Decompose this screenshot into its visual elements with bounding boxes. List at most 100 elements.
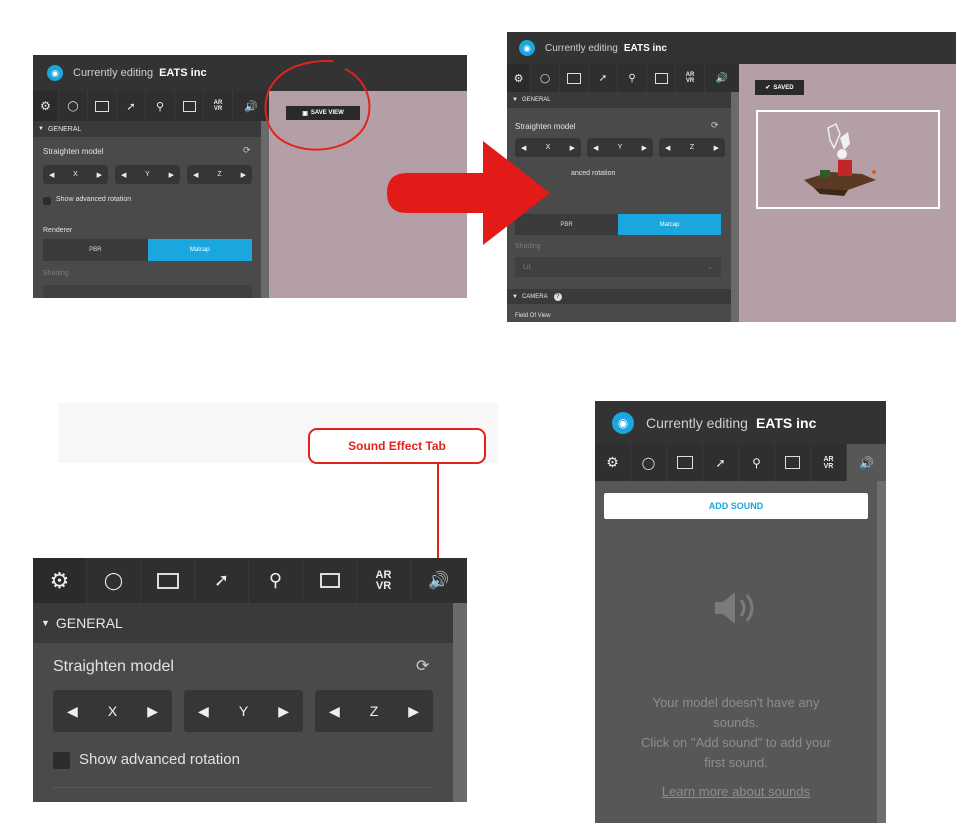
wand-icon: ➚: [715, 455, 726, 470]
tab-animation[interactable]: [775, 444, 811, 481]
editor-header: ◉ Currently editing EATS inc: [507, 32, 956, 64]
general-section-title: GENERAL: [55, 615, 123, 631]
sound-icon: 🔊: [859, 455, 874, 470]
sound-settings-panel: ◉ Currently editing EATS inc ⚙ ◯ ➚ ⚲ AR …: [595, 401, 886, 823]
image-icon: [567, 72, 581, 84]
x-stepper[interactable]: ◀ X ▶: [43, 165, 108, 184]
fov-label: Field Of View: [515, 313, 551, 319]
image-icon: [95, 100, 109, 112]
tab-postprocess[interactable]: ➚: [195, 558, 249, 603]
general-section-title: GENERAL: [521, 97, 551, 103]
reset-icon[interactable]: ⟳: [711, 120, 719, 131]
tab-annotations[interactable]: ⚲: [739, 444, 775, 481]
renderer-matcap-option[interactable]: Matcap: [147, 239, 252, 261]
wand-icon: ➚: [126, 100, 136, 113]
advanced-rotation-checkbox[interactable]: [53, 752, 70, 769]
saved-label: SAVED: [773, 84, 794, 91]
z-stepper[interactable]: ◀ Z ▶: [315, 690, 433, 732]
editing-prefix: Currently editing: [545, 42, 618, 54]
shading-select[interactable]: [43, 285, 252, 298]
renderer-matcap-option[interactable]: Matcap: [618, 214, 721, 235]
tab-ar-vr[interactable]: AR VR: [811, 444, 847, 481]
bulb-icon: ◯: [641, 455, 656, 470]
scrollbar[interactable]: [731, 92, 739, 322]
app-logo-icon: ◉: [519, 40, 535, 56]
tab-settings[interactable]: ⚙: [33, 91, 59, 121]
straighten-label: Straighten model: [53, 658, 174, 675]
y-stepper[interactable]: ◀ Y ▶: [115, 165, 180, 184]
editor-panel-after: ◉ Currently editing EATS inc ⚙ ◯ ➚ ⚲ AR …: [507, 32, 956, 322]
general-section-header[interactable]: ▼ GENERAL: [507, 92, 731, 108]
tab-animation[interactable]: [175, 91, 204, 121]
general-section-header[interactable]: ▼ GENERAL: [33, 603, 453, 643]
z-stepper[interactable]: ◀ Z ▶: [659, 138, 725, 157]
tab-bar: ⚙ ◯ ➚ ⚲ AR VR 🔊: [507, 64, 739, 92]
tab-postprocess[interactable]: ➚: [117, 91, 146, 121]
tab-sound[interactable]: 🔊: [411, 558, 467, 603]
camera-section-header[interactable]: ▼ CAMERA ?: [507, 289, 731, 304]
shading-select[interactable]: Lit ⌄: [515, 257, 721, 277]
y-stepper[interactable]: ◀ Y ▶: [587, 138, 653, 157]
tab-ar-vr[interactable]: AR VR: [676, 64, 705, 92]
add-sound-button[interactable]: ADD SOUND: [604, 493, 868, 519]
empty-line-4: first sound.: [704, 755, 768, 770]
tab-postprocess[interactable]: ➚: [703, 444, 739, 481]
tab-ar-vr[interactable]: AR VR: [357, 558, 411, 603]
tab-lighting[interactable]: ◯: [87, 558, 141, 603]
tab-sound[interactable]: 🔊: [847, 444, 886, 481]
callout-label: Sound Effect Tab: [348, 439, 446, 453]
tab-animation[interactable]: [647, 64, 676, 92]
tab-sound[interactable]: 🔊: [705, 64, 739, 92]
tab-annotations[interactable]: ⚲: [618, 64, 647, 92]
editing-prefix: Currently editing: [646, 414, 748, 431]
tab-lighting[interactable]: ◯: [531, 64, 560, 92]
advanced-rotation-label: Show advanced rotation: [56, 196, 132, 203]
y-stepper[interactable]: ◀ Y ▶: [184, 690, 303, 732]
help-icon[interactable]: ?: [553, 292, 562, 301]
sound-icon: 🔊: [428, 570, 450, 590]
tab-background[interactable]: [88, 91, 117, 121]
collapse-icon: ▼: [41, 618, 50, 628]
camera-section-title: CAMERA: [521, 293, 548, 300]
learn-more-link[interactable]: Learn more about sounds: [595, 784, 877, 799]
tab-lighting[interactable]: ◯: [59, 91, 88, 121]
advanced-rotation-checkbox[interactable]: [43, 197, 51, 205]
reset-icon[interactable]: ⟳: [243, 145, 251, 156]
empty-line-3: Click on "Add sound" to add your: [641, 735, 831, 750]
ar-label: AR: [823, 455, 834, 463]
z-stepper[interactable]: ◀ Z ▶: [187, 165, 252, 184]
scrollbar[interactable]: [453, 603, 467, 802]
tab-settings[interactable]: ⚙: [595, 444, 631, 481]
scrollbar[interactable]: [877, 481, 886, 823]
tab-annotations[interactable]: ⚲: [146, 91, 175, 121]
tab-ar-vr[interactable]: AR VR: [204, 91, 233, 121]
tab-annotations[interactable]: ⚲: [249, 558, 303, 603]
vr-label: VR: [685, 78, 695, 84]
shading-value: Lit: [523, 263, 531, 271]
editor-header: ◉ Currently editing EATS inc: [33, 55, 467, 91]
advanced-rotation-label-partial: anced rotation: [571, 170, 616, 177]
wand-icon: ➚: [598, 72, 608, 84]
tab-background[interactable]: [141, 558, 195, 603]
renderer-pbr-option[interactable]: PBR: [43, 239, 148, 261]
tab-postprocess[interactable]: ➚: [589, 64, 618, 92]
tab-animation[interactable]: [303, 558, 357, 603]
tab-background[interactable]: [667, 444, 703, 481]
tab-settings[interactable]: ⚙: [507, 64, 531, 92]
reset-icon[interactable]: ⟳: [416, 656, 429, 676]
tab-lighting[interactable]: ◯: [631, 444, 667, 481]
tab-bar: ⚙ ◯ ➚ ⚲ AR VR 🔊: [33, 91, 269, 121]
collapse-icon: ▼: [512, 293, 518, 300]
general-section-header[interactable]: ▼ GENERAL: [33, 121, 261, 137]
check-icon: ✔: [765, 85, 771, 91]
tab-settings[interactable]: ⚙: [33, 558, 87, 603]
tab-background[interactable]: [560, 64, 589, 92]
pin-icon: ⚲: [628, 72, 636, 84]
settings-icon: ⚙: [49, 567, 70, 593]
sound-tab-callout: Sound Effect Tab: [308, 428, 486, 464]
shading-label: Shading: [43, 270, 69, 277]
tab-bar: ⚙ ◯ ➚ ⚲ AR VR 🔊: [595, 444, 886, 481]
bulb-icon: ◯: [103, 570, 124, 590]
general-section-title: GENERAL: [47, 125, 82, 133]
x-stepper[interactable]: ◀ X ▶: [53, 690, 172, 732]
